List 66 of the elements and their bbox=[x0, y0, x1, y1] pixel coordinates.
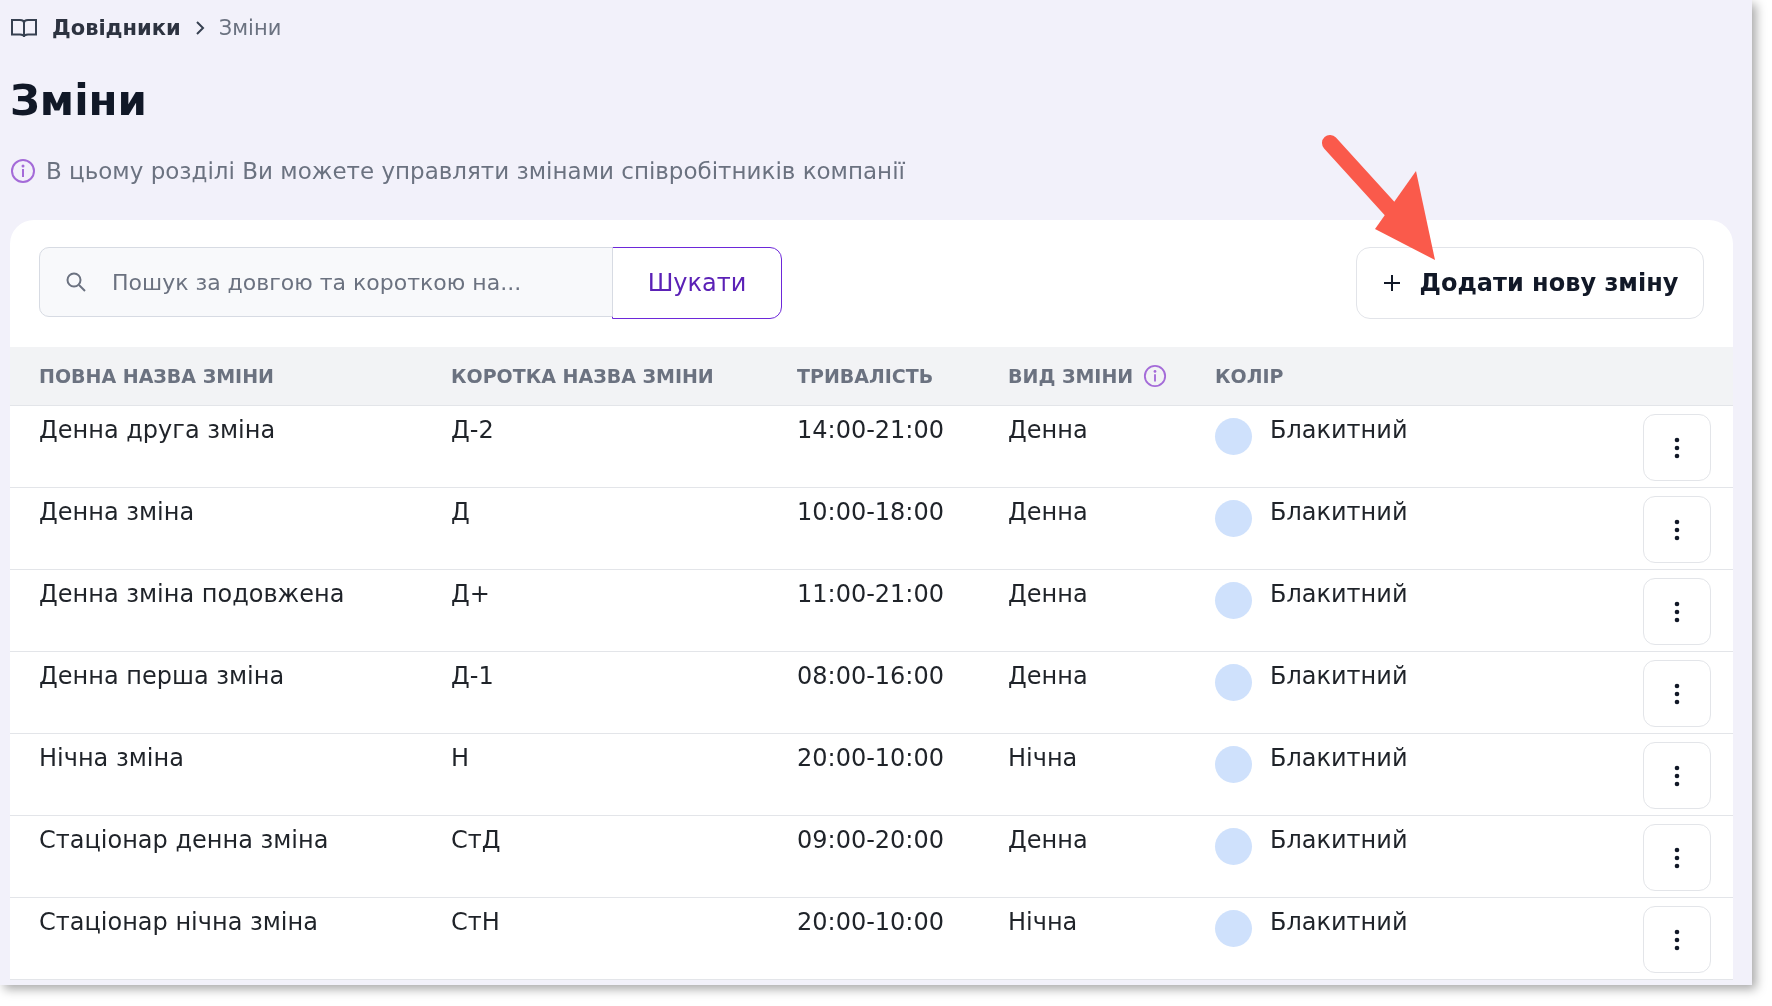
table-cell-text: Денна bbox=[1008, 825, 1089, 854]
info-text: В цьому розділі Ви можете управляти змінами співробітників компанії bbox=[46, 158, 905, 184]
more-icon bbox=[1674, 518, 1680, 541]
table-cell-text: Денна перша зміна bbox=[39, 661, 286, 690]
table-cell-text: Денна зміна bbox=[39, 497, 196, 526]
table-cell-text: Стаціонар денна зміна bbox=[39, 825, 330, 854]
search-button[interactable]: Шукати bbox=[612, 247, 782, 319]
more-icon bbox=[1674, 436, 1680, 459]
book-icon bbox=[10, 17, 38, 39]
table-cell-text: Нічна зміна bbox=[39, 743, 185, 772]
more-icon bbox=[1674, 600, 1680, 623]
more-icon bbox=[1674, 928, 1680, 951]
color-name: Блакитний bbox=[1270, 416, 1408, 444]
table-cell-text: Нічна bbox=[1008, 907, 1079, 936]
table-cell-text: Денна bbox=[1008, 497, 1089, 526]
table-cell-text: 08:00-16:00 bbox=[797, 661, 945, 690]
page-title: Зміни bbox=[10, 75, 148, 127]
more-button[interactable] bbox=[1643, 824, 1711, 891]
table-cell-text: Стаціонар нічна зміна bbox=[39, 907, 319, 936]
color-name: Блакитний bbox=[1270, 908, 1408, 936]
more-button[interactable] bbox=[1643, 578, 1711, 645]
table-cell-text: 14:00-21:00 bbox=[797, 415, 945, 444]
column-header: ПОВНА НАЗВА ЗМІНИ bbox=[39, 365, 274, 387]
column-header: ВИД ЗМІНИ bbox=[1008, 365, 1134, 387]
column-header: КОЛІР bbox=[1215, 365, 1284, 387]
more-icon bbox=[1674, 764, 1680, 787]
table-cell-text: Д+ bbox=[451, 579, 491, 608]
breadcrumb-link[interactable]: Зміни bbox=[218, 16, 282, 40]
table-cell-text: 09:00-20:00 bbox=[797, 825, 945, 854]
search-field[interactable]: Пошук за довгою та короткою на... bbox=[39, 247, 613, 317]
more-icon bbox=[1674, 846, 1680, 869]
table-cell-text: Д-2 bbox=[451, 415, 495, 444]
table-cell-text: 20:00-10:00 bbox=[797, 743, 945, 772]
table-cell-text: Нічна bbox=[1008, 743, 1079, 772]
table-cell-text: Д-1 bbox=[451, 661, 495, 690]
table-cell-text: Д bbox=[451, 497, 471, 526]
table-cell-text: 10:00-18:00 bbox=[797, 497, 945, 526]
table-cell-text: Денна друга зміна bbox=[39, 415, 277, 444]
table-cell-text: Денна bbox=[1008, 661, 1089, 690]
table-cell-text: 20:00-10:00 bbox=[797, 907, 945, 936]
more-button[interactable] bbox=[1643, 906, 1711, 973]
breadcrumb-link[interactable]: Довідники bbox=[52, 16, 181, 40]
color-name: Блакитний bbox=[1270, 826, 1408, 854]
more-button[interactable] bbox=[1643, 414, 1711, 481]
more-icon bbox=[1674, 682, 1680, 705]
column-header: КОРОТКА НАЗВА ЗМІНИ bbox=[451, 365, 714, 387]
color-name: Блакитний bbox=[1270, 498, 1408, 526]
table-cell-text: Н bbox=[451, 743, 471, 772]
column-header: ТРИВАЛІСТЬ bbox=[797, 365, 934, 387]
info-icon bbox=[10, 158, 36, 184]
color-name: Блакитний bbox=[1270, 662, 1408, 690]
table-cell-text: Денна bbox=[1008, 415, 1089, 444]
add-shift-button[interactable]: Додати нову зміну bbox=[1356, 247, 1704, 319]
table-cell-text: СтД bbox=[451, 825, 502, 854]
color-name: Блакитний bbox=[1270, 744, 1408, 772]
table-cell-text: 11:00-21:00 bbox=[797, 579, 945, 608]
color-name: Блакитний bbox=[1270, 580, 1408, 608]
chevron-icon bbox=[194, 21, 205, 35]
more-button[interactable] bbox=[1643, 660, 1711, 727]
more-button[interactable] bbox=[1643, 742, 1711, 809]
table-cell-text: Денна bbox=[1008, 579, 1089, 608]
table-cell-text: Денна зміна подовжена bbox=[39, 579, 346, 608]
plus-icon bbox=[1381, 273, 1402, 293]
table-cell-text: СтН bbox=[451, 907, 501, 936]
info-icon bbox=[1143, 364, 1168, 388]
more-button[interactable] bbox=[1643, 496, 1711, 563]
